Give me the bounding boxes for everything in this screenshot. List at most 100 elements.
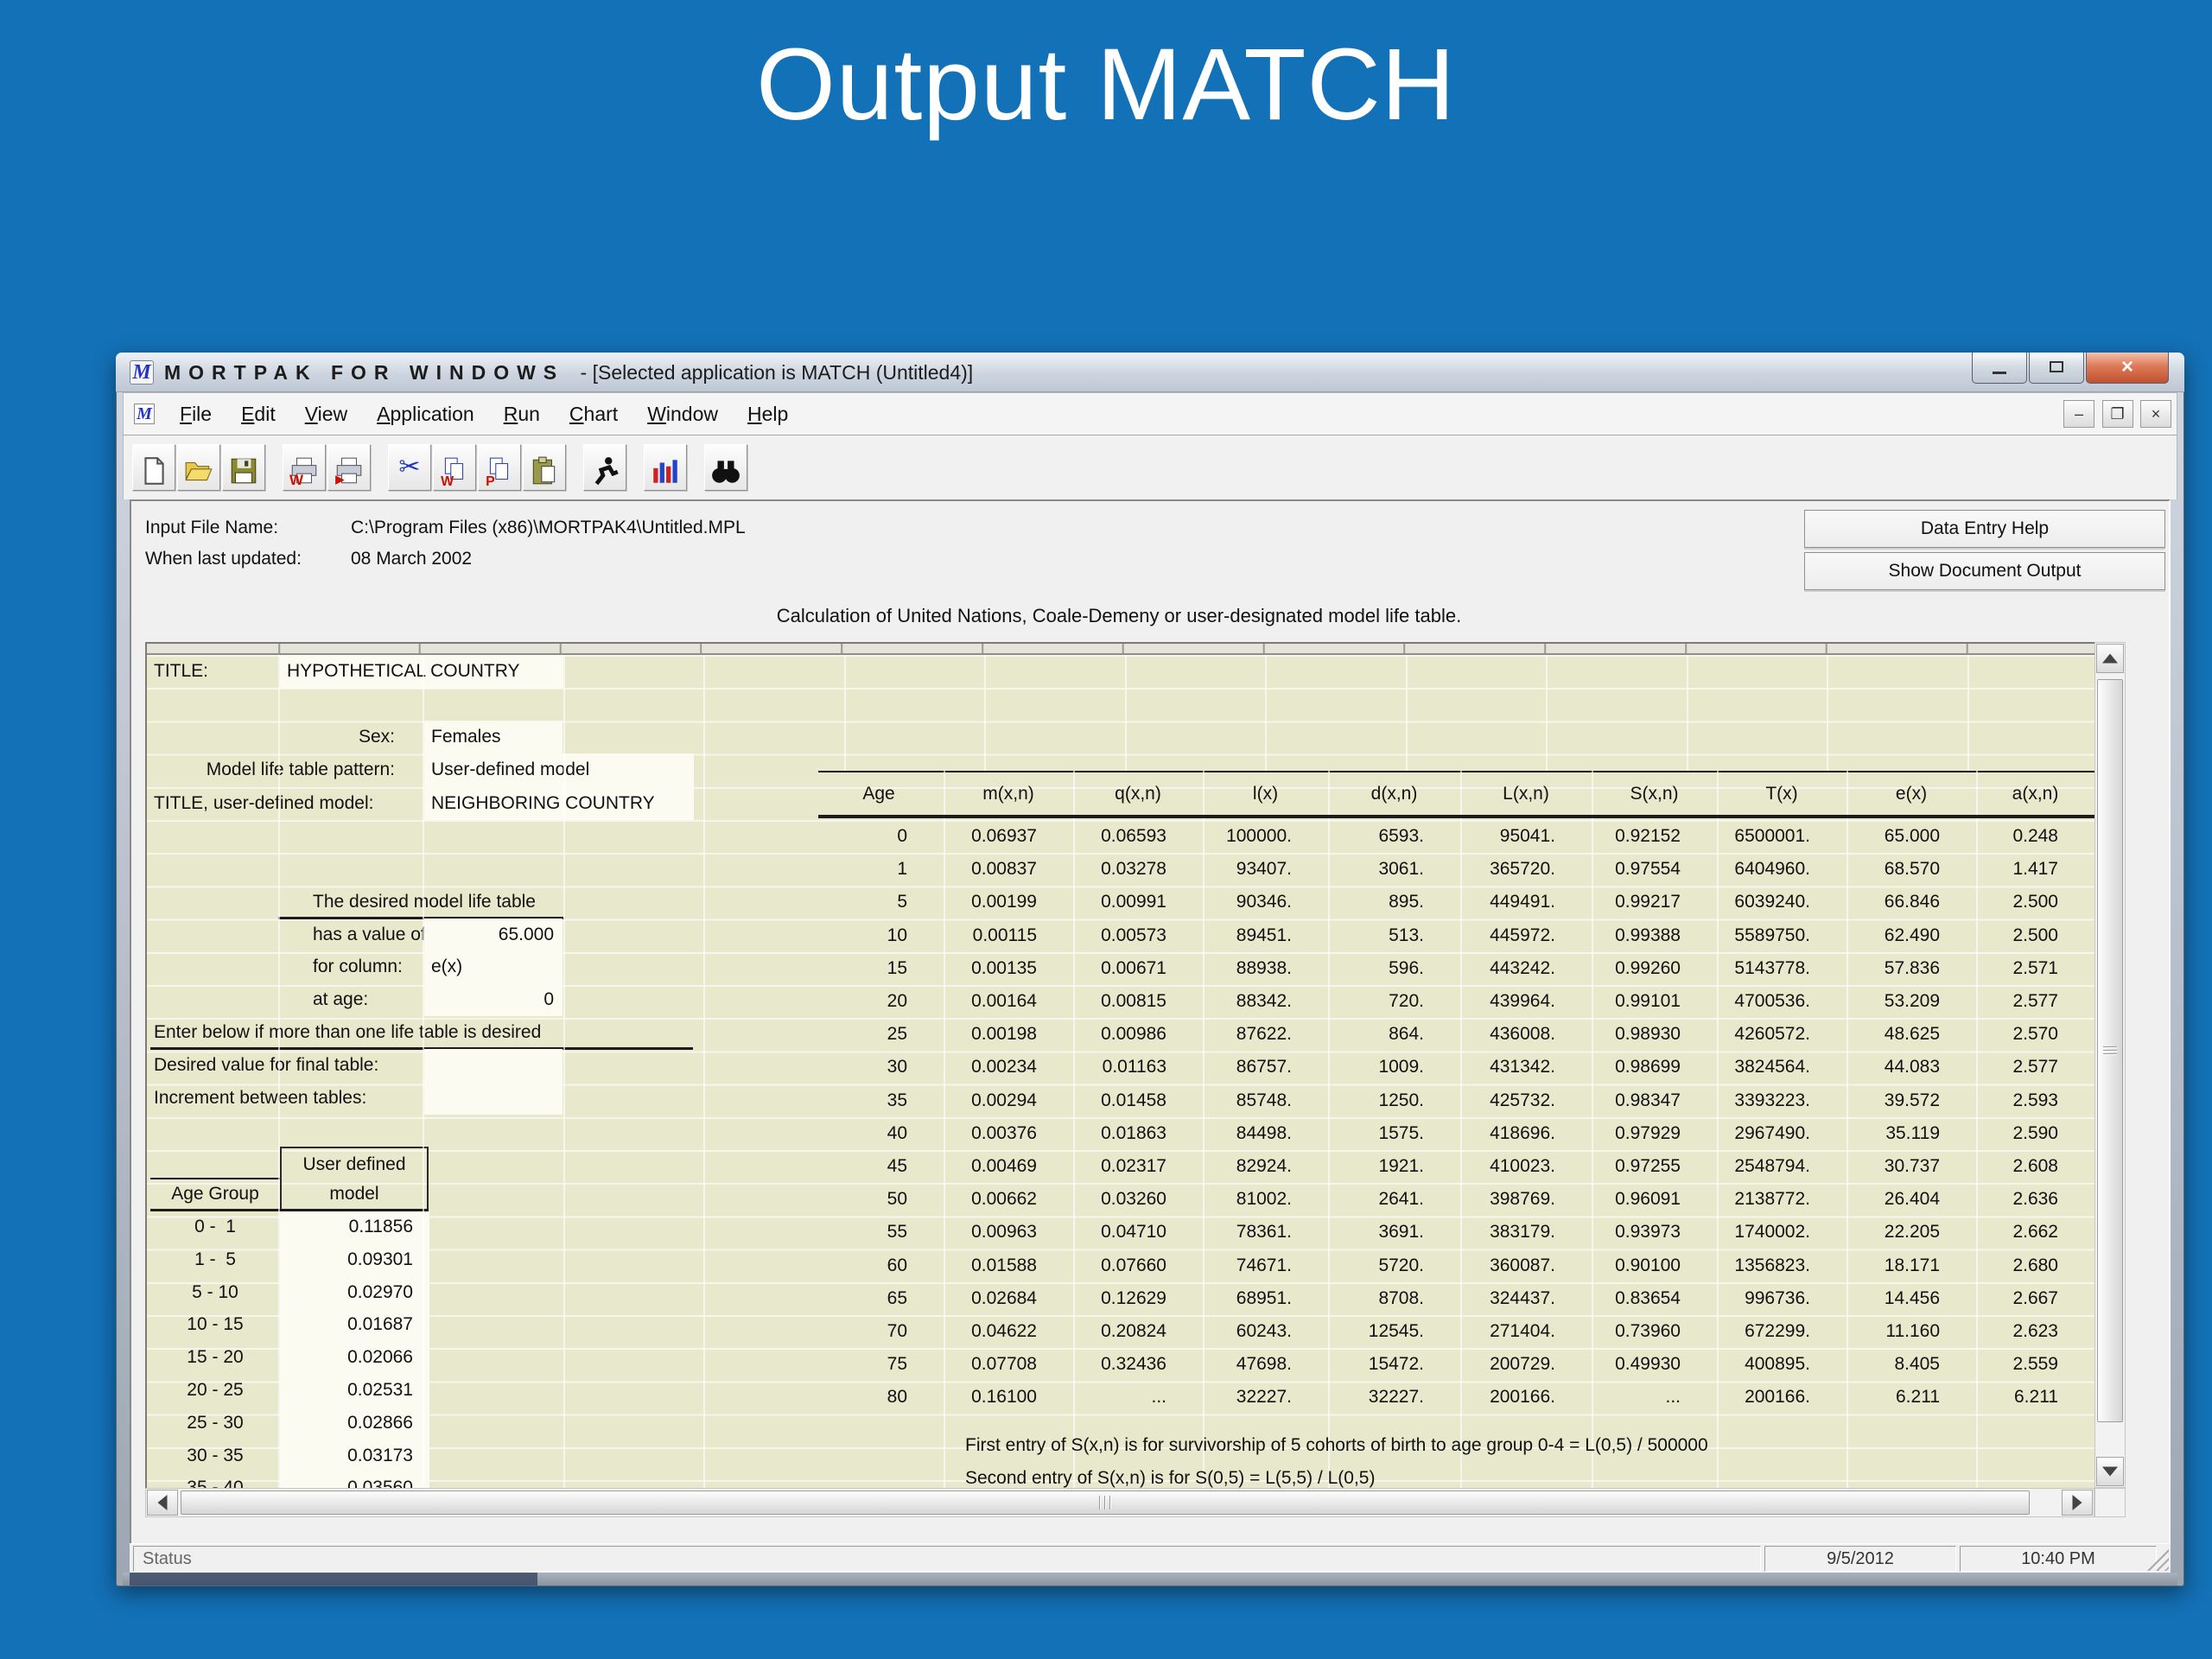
status-message: Status (133, 1546, 1761, 1572)
grid-vertical-line (844, 655, 846, 771)
cut-button[interactable]: ✂ (388, 444, 431, 491)
sex-input[interactable]: Females (424, 721, 563, 753)
mdi-close-button[interactable]: × (2140, 400, 2171, 428)
scroll-right-button[interactable] (2062, 1490, 2093, 1516)
menu-item-chart[interactable]: Chart (555, 393, 632, 435)
menu-item-application[interactable]: Application (362, 393, 489, 435)
slide-title: Output MATCH (756, 28, 1456, 142)
copy-button[interactable]: W (433, 444, 476, 491)
print-preview-icon (328, 455, 370, 486)
chart-button[interactable] (644, 444, 687, 491)
life-table-cell: 48.625 (1884, 1024, 1940, 1045)
new-document-button[interactable] (132, 444, 175, 491)
life-table-cell: 0.99260 (1615, 957, 1681, 978)
menu-item-window[interactable]: Window (632, 393, 733, 435)
show-document-output-button[interactable]: Show Document Output (1804, 552, 2165, 590)
age-group-cell: 15 - 20 (187, 1347, 244, 1368)
window-title-app: MORTPAK FOR WINDOWS (164, 361, 565, 384)
life-table-cell: 3061. (1378, 859, 1424, 880)
life-table-cell: 360087. (1490, 1255, 1555, 1275)
menu-item-edit[interactable]: Edit (226, 393, 290, 435)
thumb-grip (2103, 1045, 2117, 1057)
life-table-cell: 0.92152 (1615, 826, 1681, 846)
vertical-scroll-thumb[interactable] (2097, 679, 2123, 1422)
menu-item-view[interactable]: View (290, 393, 362, 435)
life-table-column-header: Age (862, 784, 895, 804)
statusbar: Status 9/5/2012 10:40 PM (130, 1543, 2171, 1573)
life-table-row: 40 0.00376 0.01863 84498. 1575. 418696. 0.9792… (814, 1117, 2094, 1150)
run-button[interactable] (583, 444, 626, 491)
vertical-scrollbar[interactable] (2094, 642, 2126, 1488)
life-table-cell: 0.98930 (1615, 1024, 1681, 1045)
at-age-input[interactable]: 0 (424, 983, 563, 1016)
maximize-button[interactable] (2029, 353, 2084, 384)
has-value-input[interactable]: 65.000 (424, 918, 563, 950)
close-button[interactable]: × (2086, 353, 2169, 384)
life-table-cell: 1921. (1378, 1156, 1424, 1176)
title-input[interactable]: HYPOTHETICAL COUNTRY (280, 655, 563, 689)
final-table-input[interactable] (424, 1049, 563, 1082)
life-table-cell: 1740002. (1734, 1222, 1810, 1243)
life-table-cell: 0.00986 (1101, 1024, 1166, 1045)
life-table-cell: 40 (887, 1122, 907, 1143)
close-icon: × (2120, 355, 2133, 378)
grid-vertical-line (1967, 655, 1969, 771)
life-table-row: 50 0.00662 0.03260 81002. 2641. 398769. 0.9609… (814, 1183, 2094, 1216)
life-table-cell: 70 (887, 1321, 907, 1341)
grid-vertical-line (703, 655, 705, 1488)
life-table-cell: 0.16100 (971, 1387, 1037, 1408)
find-button[interactable] (704, 444, 747, 491)
scroll-left-button[interactable] (147, 1490, 178, 1516)
life-table-cell: 3691. (1378, 1222, 1424, 1243)
age-group-value: 0.09301 (347, 1249, 413, 1269)
mdi-child-icon: M (134, 404, 155, 424)
minimize-icon (1993, 372, 2006, 374)
life-table-cell: 6404960. (1734, 859, 1810, 880)
life-table-cell: 22.205 (1884, 1222, 1940, 1243)
grid-vertical-line (1265, 655, 1267, 771)
pattern-input[interactable]: User-defined model (424, 753, 694, 787)
minimize-button[interactable] (1972, 353, 2027, 384)
mdi-minimize-button[interactable]: – (2063, 400, 2095, 428)
status-time: 10:40 PM (1960, 1546, 2157, 1572)
life-table-cell: 0.00135 (971, 957, 1037, 978)
window-bottom-frame (123, 1573, 2177, 1586)
life-table-cell: 1575. (1378, 1122, 1424, 1143)
life-table-cell: 4700536. (1734, 991, 1810, 1011)
increment-input[interactable] (424, 1082, 563, 1115)
life-table-cell: 2.590 (2012, 1122, 2058, 1143)
menu-item-run[interactable]: Run (489, 393, 555, 435)
mdi-restore-button[interactable]: ❐ (2101, 400, 2133, 428)
horizontal-scroll-thumb[interactable] (181, 1491, 2030, 1515)
svg-text:P: P (486, 474, 495, 486)
grid-vertical-line (1125, 655, 1127, 771)
print-preview-button[interactable] (327, 444, 371, 491)
sheet-top-strip (147, 644, 2094, 655)
life-table-cell: 57.836 (1884, 957, 1940, 978)
copy-special-button[interactable]: P (478, 444, 521, 491)
paste-button[interactable] (523, 444, 566, 491)
life-table-cell: 32227. (1368, 1387, 1424, 1408)
userdef-title-input[interactable]: NEIGHBORING COUNTRY (424, 787, 694, 820)
data-entry-help-button[interactable]: Data Entry Help (1804, 510, 2165, 548)
scroll-up-button[interactable] (2096, 644, 2124, 673)
desired-heading: The desired model life table (313, 892, 536, 912)
menu-item-file[interactable]: File (165, 393, 226, 435)
life-table-header-row: Age m(x,n) q(x,n) l(x) d(x,n) L(x,n) S(x,n) T(x… (814, 773, 2094, 815)
life-table-footnote: Second entry of S(x,n) is for S(0,5) = L… (965, 1468, 1376, 1488)
age-group-value: 0.02866 (347, 1412, 413, 1433)
life-table-row: 80 0.16100... 32227. 32227. 200166.... 200166… (814, 1381, 2094, 1414)
life-table-cell: 25 (887, 1024, 907, 1045)
open-folder-button[interactable] (177, 444, 220, 491)
life-table-cell: 2.577 (2012, 991, 2058, 1011)
life-table-cell: 0.07660 (1101, 1255, 1166, 1275)
life-table-row: 20 0.00164 0.00815 88342. 720. 439964. 0.99101… (814, 985, 2094, 1018)
menu-item-help[interactable]: Help (733, 393, 803, 435)
horizontal-scrollbar[interactable] (145, 1488, 2094, 1517)
window-titlebar[interactable]: M MORTPAK FOR WINDOWS - [Selected applic… (116, 353, 2184, 392)
arrow-down-icon (2102, 1466, 2118, 1477)
scroll-down-button[interactable] (2096, 1457, 2124, 1486)
save-button[interactable] (222, 444, 265, 491)
for-column-input[interactable]: e(x) (424, 950, 563, 983)
print-button[interactable]: W (283, 444, 326, 491)
